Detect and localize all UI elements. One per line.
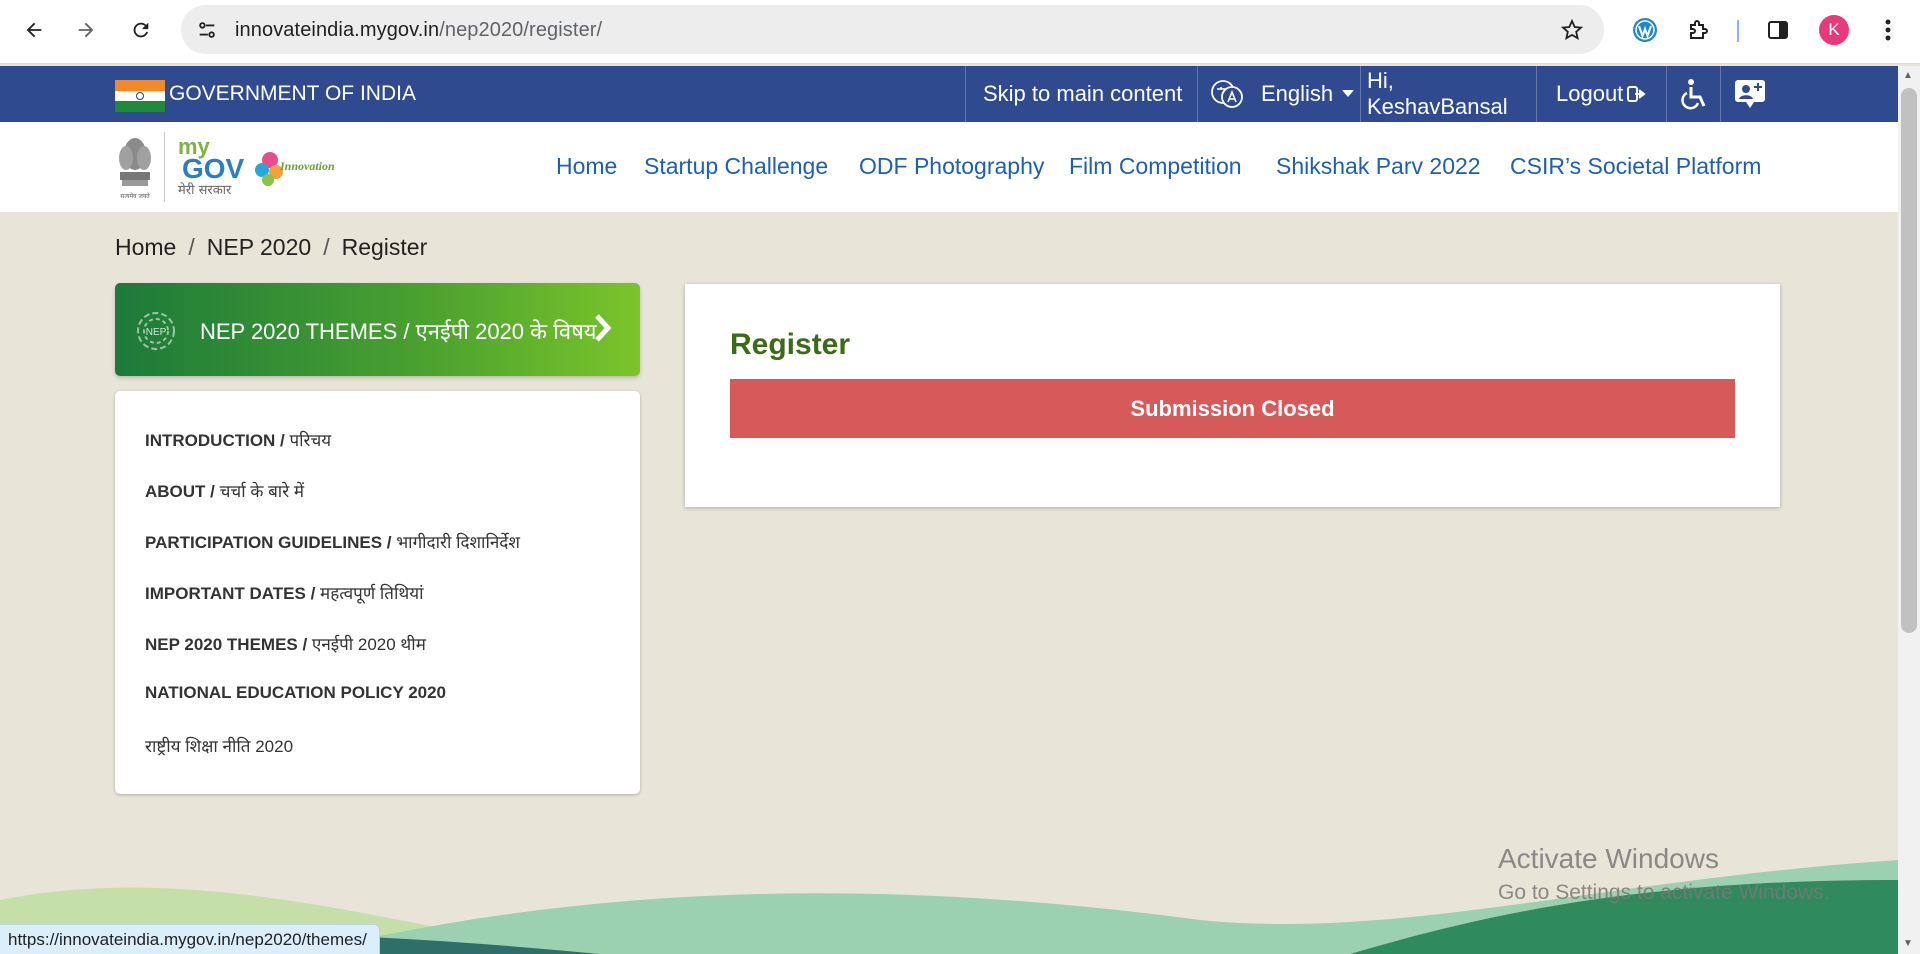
side-item-national-education-policy[interactable]: NATIONAL EDUCATION POLICY 2020 [145, 683, 446, 703]
side-panel-button[interactable] [1760, 12, 1796, 48]
svg-text:NEP: NEP [146, 327, 167, 338]
logout-icon [1627, 86, 1646, 102]
forward-arrow-icon [78, 22, 94, 38]
svg-text:Innovation: Innovation [279, 159, 335, 173]
nep-side-menu: INTRODUCTION / परिचय ABOUT / चर्चा के बा… [115, 391, 640, 794]
menu-film-competition[interactable]: Film Competition [1069, 153, 1242, 180]
breadcrumb-separator: / [188, 234, 195, 260]
user-greeting[interactable]: Hi, KeshavBansal [1360, 66, 1536, 122]
user-chat-icon [1734, 80, 1765, 108]
reload-button[interactable] [123, 12, 159, 48]
menu-startup-challenge[interactable]: Startup Challenge [644, 153, 828, 180]
side-panel-icon [1768, 21, 1788, 39]
watermark-line2: Go to Settings to activate Windows. [1498, 881, 1830, 904]
wheelchair-icon [1680, 79, 1705, 110]
side-item-label-en: INTRODUCTION / [145, 431, 290, 450]
mygov-innovation-logo[interactable]: my GOV Innovation मेरी सरकार [174, 132, 344, 200]
activate-windows-watermark: Activate Windows Go to Settings to activ… [1498, 843, 1830, 905]
logout-label: Logout [1556, 81, 1624, 106]
svg-text:मेरी सरकार: मेरी सरकार [178, 182, 232, 198]
side-item-label-en: NATIONAL EDUCATION POLICY 2020 [145, 683, 447, 702]
menu-shikshak-parv[interactable]: Shikshak Parv 2022 [1276, 153, 1481, 180]
scroll-up-arrow-icon[interactable]: ▲ [1903, 70, 1913, 81]
translate-icon [1211, 80, 1243, 108]
register-title: Register [730, 328, 851, 361]
breadcrumb-nep2020[interactable]: NEP 2020 [207, 234, 311, 260]
wordpress-extension-button[interactable] [1627, 12, 1663, 48]
india-flag-icon [115, 80, 165, 112]
side-item-introduction[interactable]: INTRODUCTION / परिचय [145, 428, 331, 451]
kebab-menu-icon [1885, 19, 1891, 41]
side-item-rashtriya-shiksha-niti[interactable]: राष्ट्रीय शिक्षा नीति 2020 [145, 734, 293, 757]
reload-icon [133, 22, 149, 38]
side-item-label-hi: महत्वपूर्ण तिथियां [320, 584, 424, 603]
nep-themes-label: NEP 2020 THEMES / एनईपी 2020 के विषय [200, 319, 597, 344]
logo-divider [164, 132, 165, 202]
site-header: सत्यमेव जयते my GOV Innovation मेरी सरका… [0, 122, 1898, 212]
caret-down-icon [1342, 90, 1355, 97]
side-item-label-en: PARTICIPATION GUIDELINES / [145, 533, 397, 552]
skip-to-main-link[interactable]: Skip to main content [965, 66, 1197, 122]
back-button[interactable] [16, 12, 52, 48]
svg-text:GOV: GOV [182, 153, 245, 184]
breadcrumb-separator: / [323, 234, 330, 260]
logout-button[interactable]: Logout [1536, 66, 1666, 122]
watermark-line1: Activate Windows [1498, 843, 1719, 874]
side-item-about[interactable]: ABOUT / चर्चा के बारे में [145, 479, 304, 502]
browser-menu-button[interactable] [1870, 12, 1906, 48]
government-bar: GOVERNMENT OF INDIA Skip to main content… [0, 66, 1898, 122]
browser-toolbar: innovateindia.mygov.in/nep2020/register/… [0, 0, 1920, 64]
menu-csir-societal-platform[interactable]: CSIR’s Societal Platform [1510, 153, 1761, 180]
side-item-label-hi: राष्ट्रीय शिक्षा नीति 2020 [145, 737, 294, 756]
side-item-label-hi: चर्चा के बारे में [219, 482, 305, 501]
submission-closed-banner: Submission Closed [730, 379, 1735, 438]
extensions-button[interactable] [1681, 12, 1717, 48]
register-card: Register Submission Closed [685, 284, 1780, 507]
profile-avatar: K [1819, 15, 1849, 45]
menu-home[interactable]: Home [556, 153, 617, 180]
scrollbar-thumb[interactable] [1901, 88, 1917, 633]
forward-button[interactable] [68, 12, 104, 48]
language-label: English [1261, 81, 1334, 106]
breadcrumb-current: Register [341, 234, 428, 260]
url-path: /nep2020/register/ [439, 19, 603, 41]
nep-logo-icon: NEP [137, 312, 175, 350]
breadcrumb: Home / NEP 2020 / Register [115, 234, 427, 261]
link-preview-status: https://innovateindia.mygov.in/nep2020/t… [0, 924, 380, 954]
side-item-important-dates[interactable]: IMPORTANT DATES / महत्वपूर्ण तिथियां [145, 581, 423, 604]
side-item-label-en: IMPORTANT DATES / [145, 584, 321, 603]
government-title: GOVERNMENT OF INDIA [169, 82, 416, 105]
side-item-label-hi: एनईपी 2020 थीम [311, 635, 426, 654]
nep-themes-button[interactable]: NEP NEP 2020 THEMES / एनईपी 2020 के विषय [115, 283, 640, 376]
menu-odf-photography[interactable]: ODF Photography [859, 153, 1044, 180]
url-host: innovateindia.mygov.in [235, 19, 440, 41]
accessibility-button[interactable] [1666, 66, 1720, 122]
side-item-label-en: NEP 2020 THEMES / [145, 635, 312, 654]
scroll-down-arrow-icon[interactable]: ▼ [1903, 938, 1913, 949]
bookmark-star-icon[interactable] [1560, 18, 1584, 42]
profile-button[interactable]: K [1816, 12, 1852, 48]
puzzle-icon [1690, 20, 1708, 39]
national-emblem-logo: सत्यमेव जयते [119, 138, 151, 200]
chevron-right-icon [595, 314, 612, 342]
side-item-label-hi: परिचय [289, 431, 332, 450]
sign-language-button[interactable] [1720, 66, 1778, 122]
language-selector[interactable]: English [1197, 66, 1360, 122]
side-item-participation-guidelines[interactable]: PARTICIPATION GUIDELINES / भागीदारी दिशा… [145, 530, 520, 553]
toolbar-divider [1737, 20, 1739, 42]
side-item-label-en: ABOUT / [145, 482, 220, 501]
breadcrumb-home[interactable]: Home [115, 234, 176, 260]
back-arrow-icon [26, 22, 42, 38]
wordpress-icon [1633, 18, 1657, 42]
url-text: innovateindia.mygov.in/nep2020/register/ [235, 19, 602, 42]
svg-text:सत्यमेव जयते: सत्यमेव जयते [120, 192, 150, 200]
side-item-label-hi: भागीदारी दिशानिर्देश [396, 533, 520, 552]
side-item-nep-themes[interactable]: NEP 2020 THEMES / एनईपी 2020 थीम [145, 632, 426, 655]
site-info-icon[interactable] [196, 19, 218, 41]
address-bar[interactable]: innovateindia.mygov.in/nep2020/register/ [181, 5, 1604, 54]
